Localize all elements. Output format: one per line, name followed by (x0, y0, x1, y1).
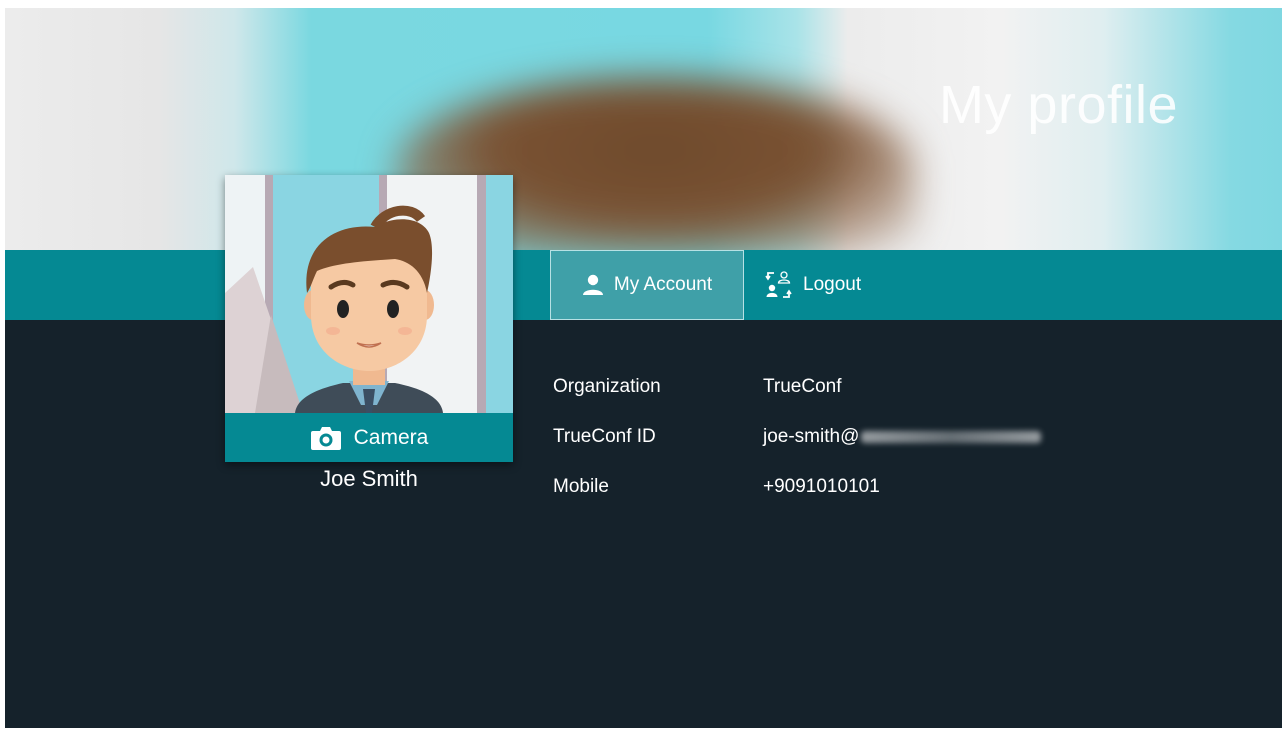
detail-label: Mobile (553, 476, 609, 497)
detail-value: TrueConf (763, 376, 842, 397)
detail-label: Organization (553, 376, 661, 397)
tab-logout-label: Logout (803, 274, 862, 295)
camera-icon (310, 425, 342, 451)
avatar[interactable] (225, 175, 513, 413)
profile-name: Joe Smith (320, 466, 418, 491)
tab-my-account-label: My Account (613, 274, 713, 295)
tab-logout[interactable]: Logout (763, 250, 861, 320)
detail-value-wrapper: joe-smith@ (763, 426, 1042, 448)
camera-label: Camera (353, 425, 429, 449)
header-banner: My profile (5, 8, 1282, 250)
profile-card: Camera (225, 175, 513, 462)
tab-my-account[interactable]: My Account (550, 250, 744, 320)
detail-value: +9091010101 (763, 476, 880, 497)
app-window: My profile My Account Logout Camera Joe … (5, 8, 1282, 728)
camera-button[interactable]: Camera (225, 413, 513, 462)
redacted-mask (861, 430, 1042, 443)
detail-label: TrueConf ID (553, 426, 656, 447)
tab-bar: My Account Logout (5, 250, 1282, 320)
detail-value: joe-smith@ (763, 426, 860, 447)
person-icon (582, 274, 604, 296)
switch-user-icon (765, 270, 793, 300)
page-title: My profile (938, 75, 1178, 135)
